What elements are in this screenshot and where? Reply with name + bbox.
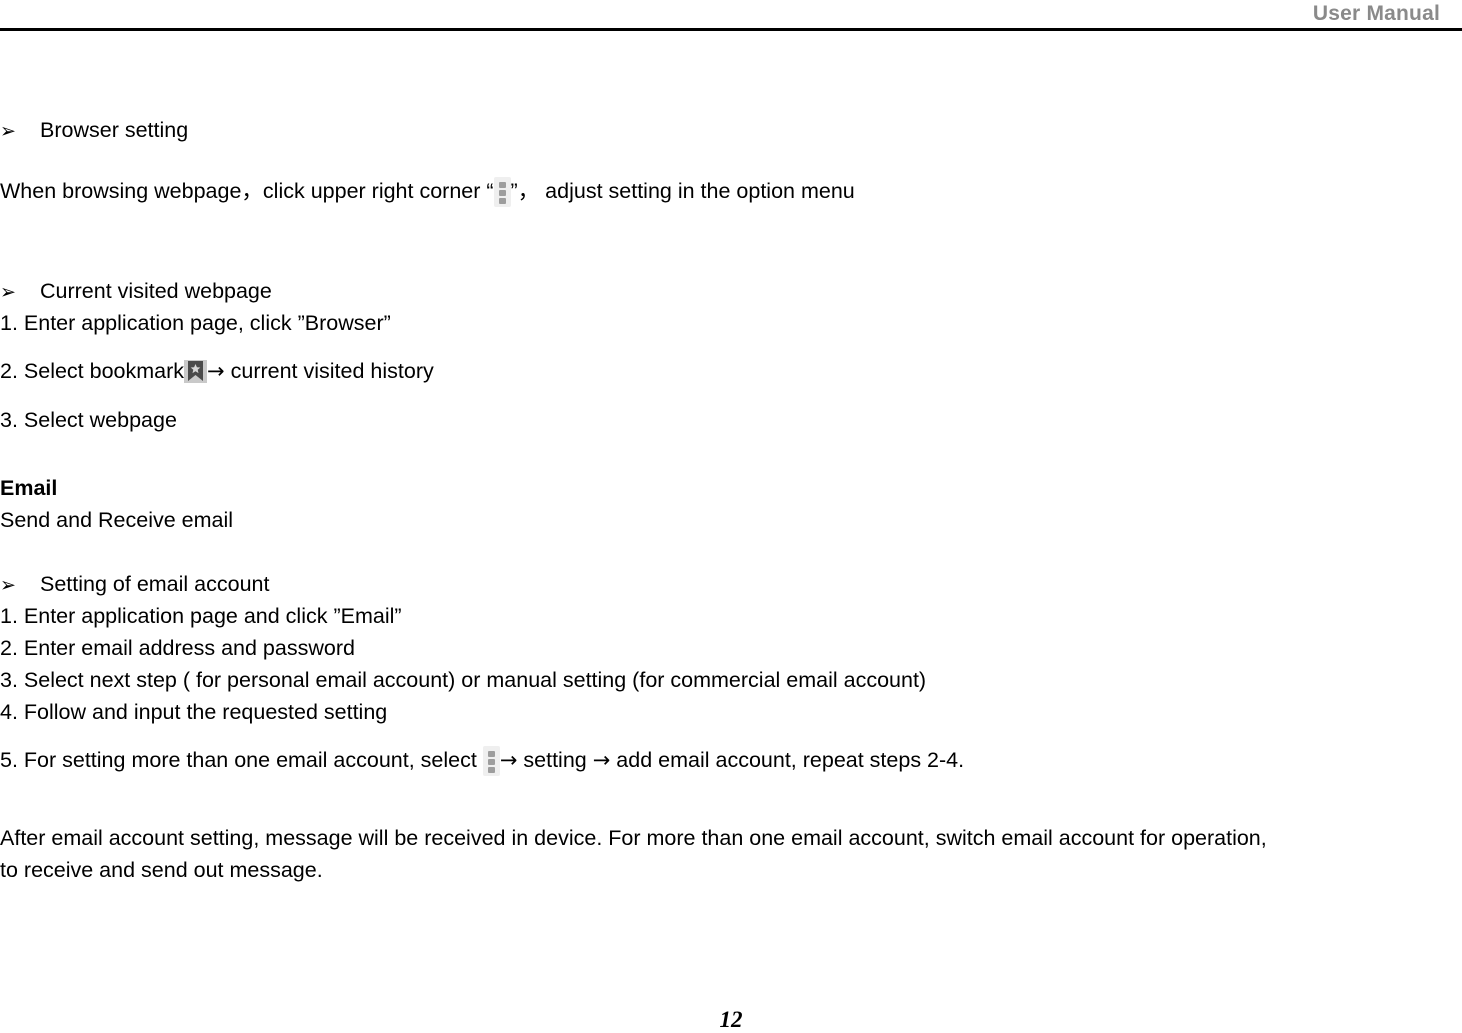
- browser-setting-sentence-part1: When browsing webpage，click upper right …: [0, 179, 494, 203]
- current-visited-step-1: 1. Enter application page, click ”Browse…: [0, 307, 1462, 339]
- email-closing-paragraph-line-1: After email account setting, message wil…: [0, 826, 1267, 850]
- email-step-5-part3: add email account, repeat steps 2-4.: [610, 748, 965, 772]
- email-step-2-text: 2. Enter email address and password: [0, 636, 355, 660]
- browser-setting-bullet-row: ➢ Browser setting: [0, 114, 1462, 147]
- current-visited-webpage-bullet-row: ➢ Current visited webpage: [0, 275, 1462, 308]
- current-visited-step-3: 3. Select webpage: [0, 404, 1462, 436]
- email-section-heading: Email: [0, 472, 1462, 504]
- browser-setting-label: Browser setting: [40, 118, 189, 142]
- page-number: 12: [719, 1007, 743, 1032]
- header-divider-rule: [0, 28, 1462, 31]
- bullet-arrow-icon: ➢: [0, 573, 16, 597]
- arrow-right-icon: →: [207, 359, 225, 383]
- email-closing-paragraph-line-2: to receive and send out message.: [0, 858, 323, 882]
- current-visited-step-2-part1: 2. Select bookmark: [0, 359, 185, 383]
- email-heading-text: Email: [0, 476, 58, 500]
- email-step-5-part2: setting: [517, 748, 593, 772]
- email-step-1-text: 1. Enter application page and click ”Ema…: [0, 604, 402, 628]
- current-visited-webpage-label: Current visited webpage: [40, 279, 272, 303]
- arrow-right-icon: →: [592, 748, 611, 772]
- email-step-3: 3. Select next step ( for personal email…: [0, 664, 1462, 696]
- email-closing-paragraph: After email account setting, message wil…: [0, 822, 1462, 886]
- email-step-2: 2. Enter email address and password: [0, 632, 1462, 664]
- bullet-arrow-icon: ➢: [0, 119, 16, 143]
- current-visited-step-2: 2. Select bookmark → current visited his…: [0, 355, 1462, 387]
- document-body: ➢ Browser setting When browsing webpage，c…: [0, 32, 1462, 1032]
- email-step-4-text: 4. Follow and input the requested settin…: [0, 700, 388, 724]
- arrow-right-icon: →: [499, 748, 518, 772]
- three-dots-vertical-icon: [493, 177, 511, 207]
- current-visited-step-2-part2: current visited history: [224, 359, 434, 383]
- email-step-3-text: 3. Select next step ( for personal email…: [0, 668, 927, 692]
- email-subtitle-text: Send and Receive email: [0, 508, 234, 532]
- page-header: User Manual: [0, 0, 1462, 32]
- email-step-4: 4. Follow and input the requested settin…: [0, 696, 1462, 728]
- email-step-5: 5. For setting more than one email accou…: [0, 744, 1462, 776]
- email-step-5-part1: 5. For setting more than one email accou…: [0, 748, 483, 772]
- page-footer: 12: [0, 1007, 1462, 1033]
- bullet-arrow-icon: ➢: [0, 280, 16, 304]
- current-visited-step-1-text: 1. Enter application page, click ”Browse…: [0, 311, 391, 335]
- page-header-title: User Manual: [1312, 2, 1440, 25]
- email-step-1: 1. Enter application page and click ”Ema…: [0, 600, 1462, 632]
- email-section-subtitle: Send and Receive email: [0, 504, 1462, 536]
- browser-setting-sentence-part2: ”， adjust setting in the option menu: [510, 179, 855, 203]
- email-account-setting-label: Setting of email account: [40, 572, 270, 596]
- bookmark-star-icon: [184, 360, 208, 383]
- three-dots-vertical-icon: [482, 746, 500, 776]
- current-visited-step-3-text: 3. Select webpage: [0, 408, 177, 432]
- browser-setting-sentence: When browsing webpage，click upper right …: [0, 175, 1462, 207]
- email-account-setting-bullet-row: ➢ Setting of email account: [0, 568, 1462, 601]
